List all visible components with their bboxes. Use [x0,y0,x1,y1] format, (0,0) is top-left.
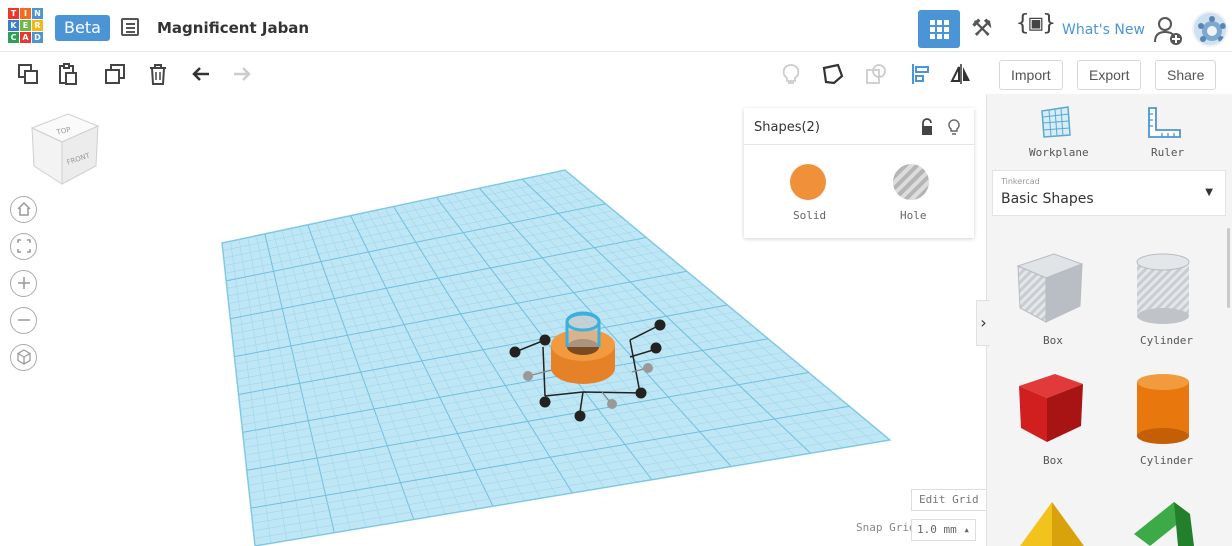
edit-grid-button[interactable]: Edit Grid [911,489,987,511]
rotate-handle [654,319,666,331]
3d-view-grid-icon[interactable] [918,10,960,48]
copy-icon[interactable] [16,62,40,86]
redo-icon[interactable] [230,62,254,86]
library-source-label: Tinkercad [1001,177,1040,186]
lightbulb-icon[interactable] [779,62,803,86]
shape-library-dropdown[interactable]: Tinkercad Basic Shapes ▼ [992,170,1226,216]
cylinder-solid-shape[interactable] [1133,370,1193,446]
box-solid-shape[interactable] [1013,370,1087,446]
logo-letter: K [8,20,19,31]
export-button[interactable]: Export [1077,60,1142,90]
dropdown-caret-icon: ▼ [1205,187,1213,198]
import-button[interactable]: Import [999,60,1063,90]
mirror-icon[interactable] [949,62,973,86]
resize-handle [539,334,551,346]
whats-new-link[interactable]: What's New [1062,22,1145,38]
cube-icon [16,349,31,365]
solid-label: Solid [793,209,827,222]
divider [744,144,974,145]
logo-letter: C [8,32,19,43]
logo-letter: I [20,8,31,19]
delete-icon[interactable] [146,62,170,86]
height-handle [643,363,653,373]
library-scrollbar[interactable] [1227,228,1230,308]
notes-visibility-icon[interactable] [864,62,888,86]
logo-letter: T [8,8,19,19]
design-list-icon[interactable] [121,18,139,36]
shape-inspector-panel: Shapes(2) Solid Hole [744,108,974,238]
logo-letter: R [32,20,43,31]
tinkercad-logo[interactable]: T I N K E R C A D [8,8,44,44]
ruler-label: Ruler [1151,146,1185,159]
cylinder-hole-shape[interactable] [1133,250,1193,326]
workplane-label: Workplane [1029,146,1089,159]
undo-icon[interactable] [189,62,213,86]
pickaxe-icon[interactable]: ⚒ [971,14,993,42]
resize-handle [539,396,551,408]
codeblocks-icon[interactable]: {▣} [1016,11,1056,36]
logo-letter: N [32,8,43,19]
paste-icon[interactable] [56,62,80,86]
shape-label: Box [1043,454,1063,467]
view-cube[interactable]: TOP FRONT [28,110,100,186]
height-handle [607,399,617,409]
home-view-button[interactable] [10,196,37,223]
lock-icon[interactable] [919,118,935,136]
lightbulb-icon[interactable] [946,118,962,136]
fit-icon [16,239,31,253]
plus-icon [17,277,30,289]
box-hole-shape[interactable] [1012,250,1086,326]
snap-grid-label: Snap Grid [856,521,916,534]
share-button[interactable]: Share [1155,60,1217,90]
add-user-icon[interactable] [1152,14,1184,46]
collapse-panel-tab[interactable]: › [976,300,990,346]
snap-grid-select[interactable]: 1.0 mm ▴ [911,519,976,541]
ruler-icon[interactable] [1146,106,1182,140]
height-handle [523,371,533,381]
fit-view-button[interactable] [10,233,37,260]
shapes-count-title: Shapes(2) [754,120,820,135]
rotate-handle [650,342,662,354]
duplicate-icon[interactable] [103,62,127,86]
shape-label: Box [1043,334,1063,347]
logo-letter: A [20,32,31,43]
pyramid-shape[interactable] [1014,500,1086,546]
hole-label: Hole [900,209,927,222]
design-title[interactable]: Magnificent Jaban [157,19,309,37]
hole-swatch[interactable] [893,164,929,200]
minus-icon [17,319,30,321]
zoom-out-button[interactable] [10,307,37,334]
resize-handle [574,410,586,422]
beta-badge[interactable]: Beta [55,15,110,41]
shape-label: Cylinder [1140,334,1193,347]
perspective-button[interactable] [10,344,37,371]
zoom-in-button[interactable] [10,270,37,297]
logo-letter: D [32,32,43,43]
resize-handle [509,346,521,358]
home-icon [16,201,31,216]
align-icon[interactable] [909,62,933,86]
logo-letter: E [20,20,31,31]
resize-handle [635,387,647,399]
roof-shape[interactable] [1130,500,1196,546]
workplane-icon[interactable] [1040,105,1072,139]
top-header: T I N K E R C A D Beta Magnificent Jaban… [0,0,1232,52]
user-avatar[interactable] [1192,11,1228,47]
shape-label: Cylinder [1140,454,1193,467]
library-selected-value: Basic Shapes [1001,191,1094,207]
solid-color-swatch[interactable] [790,164,826,200]
note-icon[interactable] [821,62,845,86]
